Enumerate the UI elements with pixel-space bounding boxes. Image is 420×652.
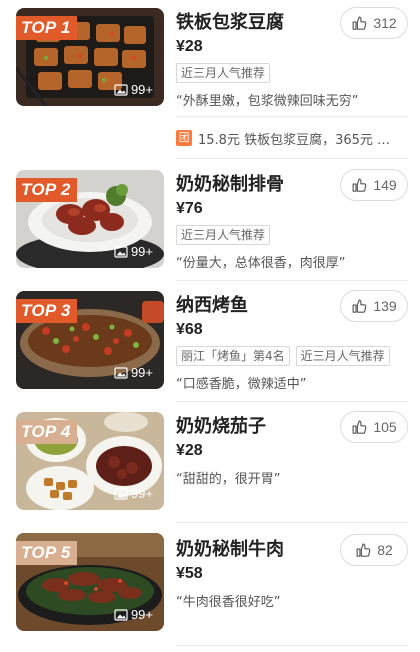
dish-name[interactable]: 铁板包浆豆腐 xyxy=(176,8,284,34)
dish-card-1[interactable]: TOP 1 99+ 铁板包浆豆腐 ¥28 近三月人气推荐 “外酥里嫩，包浆微辣回… xyxy=(0,0,420,160)
dish-price: ¥28 xyxy=(176,442,203,459)
dish-review-quote: “甜甜的，很开胃” xyxy=(176,472,281,487)
dish-photo[interactable]: TOP 5 99+ xyxy=(16,533,164,631)
thumbs-up-icon xyxy=(352,420,367,434)
image-icon xyxy=(114,488,128,500)
dish-price: ¥28 xyxy=(176,38,203,55)
dish-card-3[interactable]: TOP 3 99+ 纳西烤鱼 ¥68 丽江「烤鱼」第4名 近三月人气推荐 “口感… xyxy=(0,283,420,405)
like-button[interactable]: 105 xyxy=(340,411,408,443)
tag-popular: 近三月人气推荐 xyxy=(176,225,271,245)
dish-review-quote: “份量大，总体很香，肉很厚” xyxy=(176,256,346,271)
thumbs-up-icon xyxy=(356,543,371,557)
dish-tags: 近三月人气推荐 xyxy=(176,225,271,245)
photo-count: 99+ xyxy=(109,80,158,100)
photo-count-value: 99+ xyxy=(130,486,153,501)
tag-popular: 近三月人气推荐 xyxy=(176,63,271,83)
like-count: 149 xyxy=(373,177,397,193)
image-icon xyxy=(114,367,128,379)
like-button[interactable]: 139 xyxy=(340,290,408,322)
tag-popular: 近三月人气推荐 xyxy=(295,346,390,366)
dish-name[interactable]: 奶奶烧茄子 xyxy=(176,412,266,438)
divider xyxy=(176,401,408,402)
like-button[interactable]: 82 xyxy=(340,534,408,566)
rank-badge: TOP 4 xyxy=(16,420,77,444)
like-button[interactable]: 312 xyxy=(340,7,408,39)
dish-name[interactable]: 奶奶秘制排骨 xyxy=(176,170,284,196)
group-deal-text: 15.8元 铁板包浆豆腐，365元 … xyxy=(198,132,391,148)
photo-count-value: 99+ xyxy=(130,82,153,97)
like-count: 105 xyxy=(373,419,397,435)
thumbs-up-icon xyxy=(352,178,367,192)
divider xyxy=(176,280,408,281)
dish-price: ¥68 xyxy=(176,321,203,338)
photo-count: 99+ xyxy=(109,484,158,504)
rank-badge: TOP 5 xyxy=(16,541,77,565)
photo-count: 99+ xyxy=(109,605,158,625)
tag-ranking[interactable]: 丽江「烤鱼」第4名 xyxy=(176,346,290,366)
photo-count-value: 99+ xyxy=(130,607,153,622)
dish-name[interactable]: 纳西烤鱼 xyxy=(176,291,248,317)
dish-name[interactable]: 奶奶秘制牛肉 xyxy=(176,535,284,561)
dish-review-quote: “口感香脆，微辣适中” xyxy=(176,377,307,392)
divider xyxy=(176,522,408,523)
dish-photo[interactable]: TOP 2 99+ xyxy=(16,170,164,268)
like-count: 139 xyxy=(373,298,397,314)
rank-badge: TOP 1 xyxy=(16,16,77,40)
image-icon xyxy=(114,609,128,621)
dish-photo[interactable]: TOP 1 99+ xyxy=(16,8,164,106)
like-count: 312 xyxy=(373,15,397,31)
dish-review-quote: “外酥里嫩，包浆微辣回味无穷” xyxy=(176,94,359,109)
dish-tags: 近三月人气推荐 xyxy=(176,63,271,83)
photo-count-value: 99+ xyxy=(130,365,153,380)
photo-count-value: 99+ xyxy=(130,244,153,259)
photo-count: 99+ xyxy=(109,363,158,383)
dish-price: ¥58 xyxy=(176,565,203,582)
dish-card-5[interactable]: TOP 5 99+ 奶奶秘制牛肉 ¥58 “牛肉很香很好吃” 82 xyxy=(0,525,420,652)
group-deal-badge: 团 xyxy=(176,130,192,146)
like-count: 82 xyxy=(377,542,393,558)
dish-price: ¥76 xyxy=(176,200,203,217)
divider xyxy=(176,645,408,646)
dish-photo[interactable]: TOP 3 99+ xyxy=(16,291,164,389)
image-icon xyxy=(114,246,128,258)
thumbs-up-icon xyxy=(352,16,367,30)
photo-count: 99+ xyxy=(109,242,158,262)
dish-card-2[interactable]: TOP 2 99+ 奶奶秘制排骨 ¥76 近三月人气推荐 “份量大，总体很香，肉… xyxy=(0,162,420,282)
image-icon xyxy=(114,84,128,96)
thumbs-up-icon xyxy=(352,299,367,313)
dish-review-quote: “牛肉很香很好吃” xyxy=(176,595,281,610)
rank-badge: TOP 2 xyxy=(16,178,77,202)
divider xyxy=(176,158,408,159)
group-deal[interactable]: 团 15.8元 铁板包浆豆腐，365元 … xyxy=(176,128,408,148)
like-button[interactable]: 149 xyxy=(340,169,408,201)
dish-tags: 丽江「烤鱼」第4名 近三月人气推荐 xyxy=(176,346,390,366)
dish-photo[interactable]: TOP 4 99+ xyxy=(16,412,164,510)
rank-badge: TOP 3 xyxy=(16,299,77,323)
dish-card-4[interactable]: TOP 4 99+ 奶奶烧茄子 ¥28 “甜甜的，很开胃” 105 xyxy=(0,404,420,526)
divider xyxy=(176,116,408,117)
